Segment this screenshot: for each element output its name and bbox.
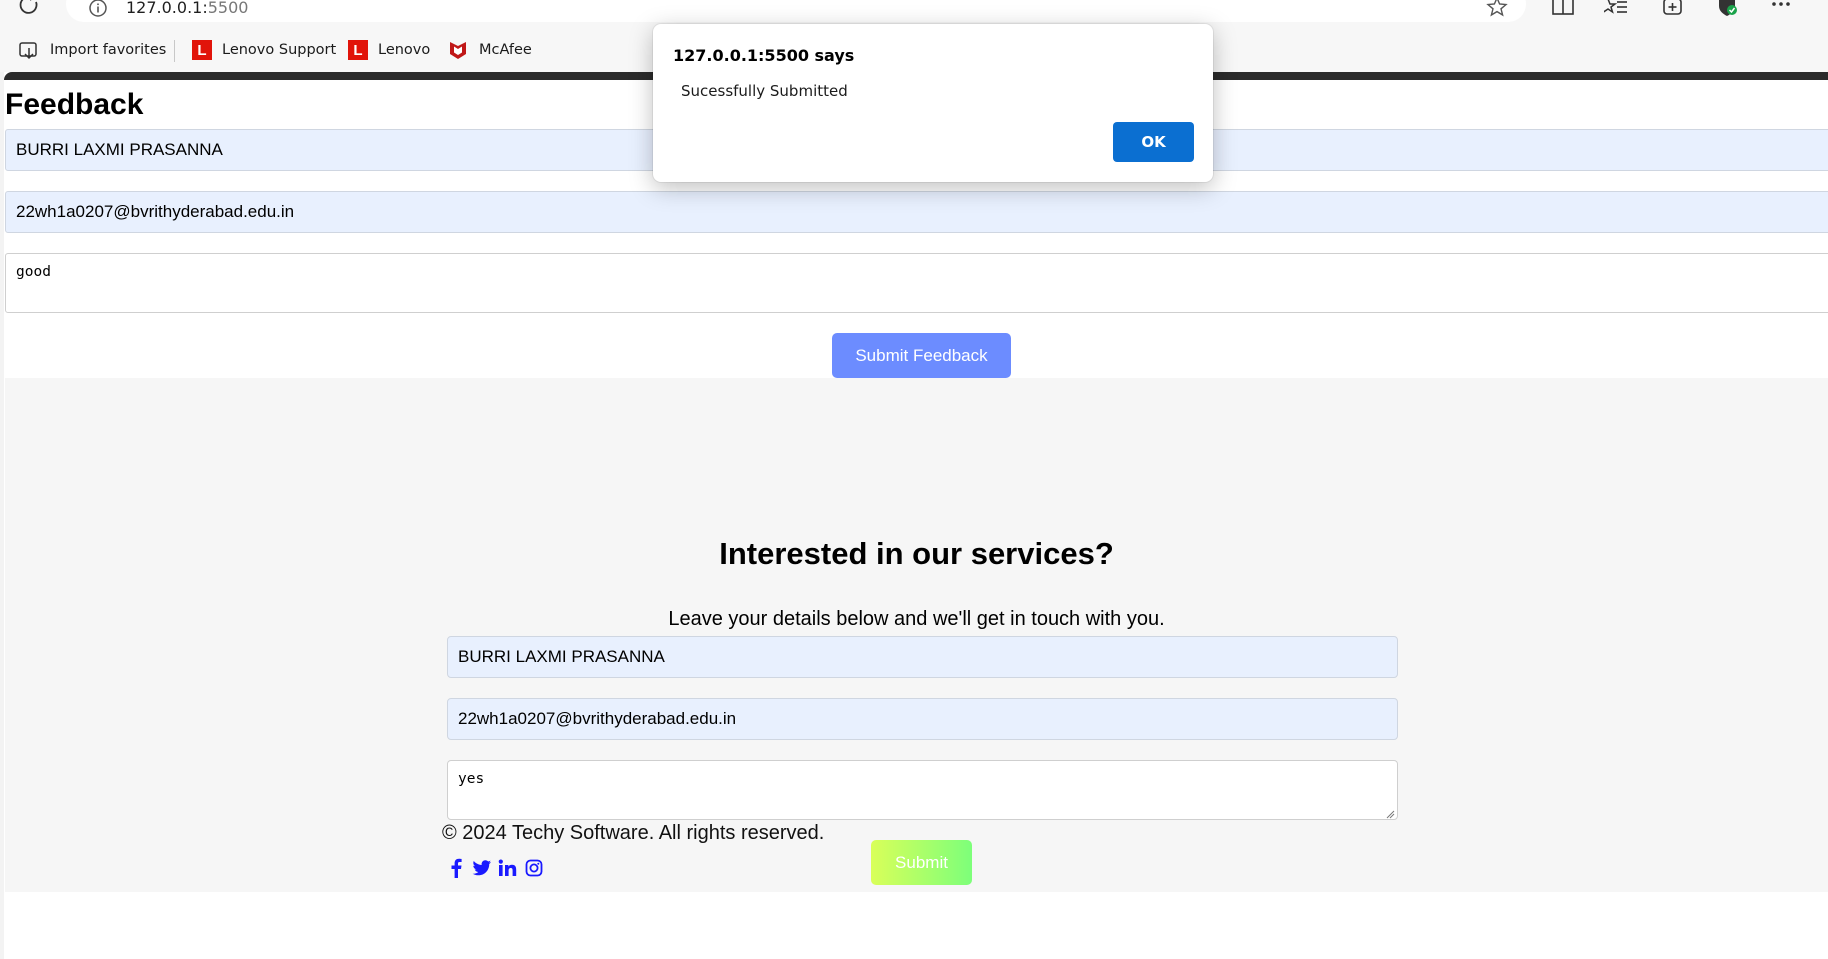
facebook-icon[interactable] [445,857,467,879]
footer-copyright: © 2024 Techy Software. All rights reserv… [442,822,825,844]
twitter-icon[interactable] [471,857,493,879]
bookmark-lenovo[interactable]: L Lenovo [348,38,430,62]
contact-heading: Interested in our services? [719,536,1114,571]
mcafee-icon [447,39,469,61]
bookmark-label: Lenovo Support [222,42,337,58]
dialog-message: Sucessfully Submitted [681,82,848,100]
contact-name-value: BURRI LAXMI PRASANNA [458,647,665,666]
bookmark-separator [174,40,175,62]
more-options-icon[interactable] [1768,0,1794,18]
site-info-icon[interactable] [88,0,108,18]
collections-icon[interactable] [1660,0,1686,18]
contact-email-value: 22wh1a0207@bvrithyderabad.edu.in [458,709,737,728]
url-text[interactable]: 127.0.0.1:5500 [126,0,248,17]
contact-message-value: yes [458,771,485,787]
bookmark-mcafee[interactable]: McAfee [447,38,532,62]
page-viewport: Feedback BURRI LAXMI PRASANNA 22wh1a0207… [0,72,1828,959]
lenovo-icon: L [192,40,212,60]
instagram-icon[interactable] [523,857,545,879]
contact-lead-text: Leave your details below and we'll get i… [668,608,1165,630]
split-screen-icon[interactable] [1550,0,1576,18]
contact-email-input[interactable]: 22wh1a0207@bvrithyderabad.edu.in [447,698,1398,740]
lenovo-icon: L [348,40,368,60]
feedback-message-textarea[interactable]: good [5,253,1828,313]
bookmark-label: Lenovo [378,42,431,58]
linkedin-icon[interactable] [497,857,519,879]
dialog-title: 127.0.0.1:5500 says [673,46,855,65]
submit-feedback-button[interactable]: Submit Feedback [832,333,1011,378]
resize-handle-icon[interactable] [1385,807,1395,819]
feedback-email-input[interactable]: 22wh1a0207@bvrithyderabad.edu.in [5,191,1828,233]
extension-shield-icon[interactable] [1714,0,1740,18]
bookmark-label: Import favorites [50,42,167,58]
contact-submit-button[interactable]: Submit [871,840,972,885]
import-icon [18,39,40,61]
bookmark-label: McAfee [479,42,532,58]
bookmark-lenovo-support[interactable]: L Lenovo Support [192,38,336,62]
feedback-message-value: good [16,264,51,280]
contact-message-textarea[interactable]: yes [447,760,1398,820]
contact-name-input[interactable]: BURRI LAXMI PRASANNA [447,636,1398,678]
contact-section: Interested in our services? Leave your d… [5,378,1828,892]
favorite-star-icon[interactable] [1486,0,1508,18]
page-edge [0,72,4,959]
bookmark-import-favorites[interactable]: Import favorites [18,38,166,62]
dialog-ok-button[interactable]: OK [1113,122,1194,162]
feedback-email-value: 22wh1a0207@bvrithyderabad.edu.in [16,202,295,221]
feedback-name-value: BURRI LAXMI PRASANNA [16,140,223,159]
social-links [445,857,545,879]
reload-icon[interactable] [18,0,42,16]
favorites-list-icon[interactable] [1603,0,1630,18]
alert-dialog: 127.0.0.1:5500 says Sucessfully Submitte… [653,24,1213,182]
feedback-title: Feedback [5,88,144,121]
browser-toolbar: 127.0.0.1:5500 [0,0,1828,26]
address-bar[interactable]: 127.0.0.1:5500 [66,0,1526,22]
